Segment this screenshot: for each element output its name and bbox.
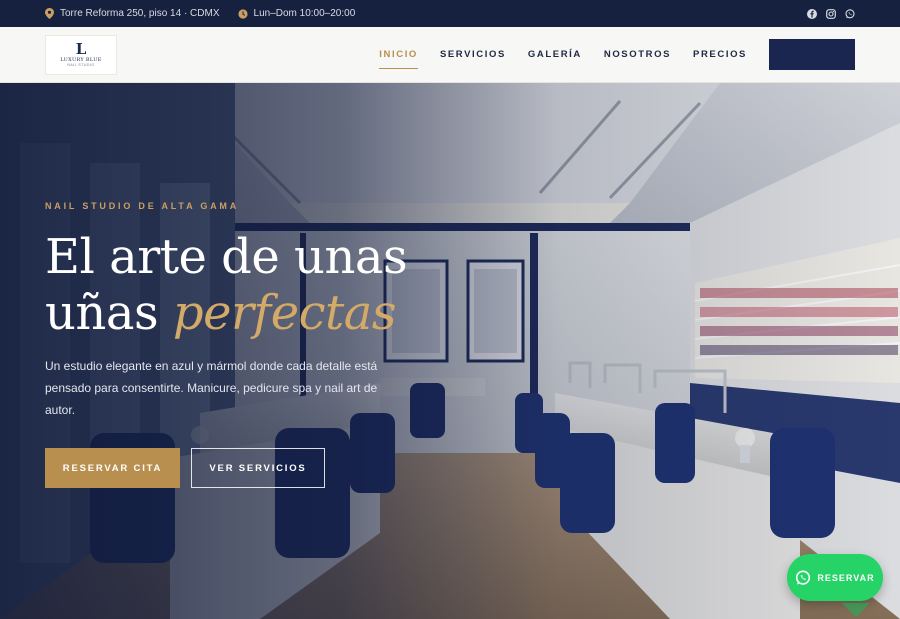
hero-content: NAIL STUDIO DE ALTA GAMA El arte de unas…: [45, 201, 445, 488]
site-header: L LUXURY BLUE NAIL STUDIO INICIO SERVICI…: [0, 27, 900, 83]
logo-subtitle: NAIL STUDIO: [67, 63, 95, 67]
headline-line-1: El arte de unas: [45, 229, 408, 285]
social-links: [807, 8, 855, 19]
nav-item-nosotros[interactable]: NOSOTROS: [604, 45, 671, 64]
facebook-icon[interactable]: [807, 8, 817, 19]
reservar-cita-button[interactable]: RESERVAR CITA: [45, 448, 180, 488]
chevron-down-icon: [842, 603, 870, 617]
nav-item-precios[interactable]: PRECIOS: [693, 45, 747, 64]
whatsapp-icon[interactable]: [845, 8, 855, 19]
hero-description: Un estudio elegante en azul y mármol don…: [45, 359, 378, 417]
top-info-bar: Torre Reforma 250, piso 14 · CDMX Lun–Do…: [0, 0, 900, 27]
hours-info: Lun–Dom 10:00–20:00: [237, 8, 356, 19]
ver-servicios-button[interactable]: VER SERVICIOS: [191, 448, 325, 488]
whatsapp-button-label: RESERVAR: [817, 572, 875, 583]
hero-eyebrow: NAIL STUDIO DE ALTA GAMA: [45, 201, 240, 211]
logo-mark: L: [75, 40, 87, 58]
scroll-down-indicator[interactable]: [842, 603, 870, 617]
hours-text: Lun–Dom 10:00–20:00: [253, 8, 356, 19]
address-text: Torre Reforma 250, piso 14 · CDMX: [60, 8, 220, 19]
hero-headline: El arte de unas uñas perfectas: [45, 229, 445, 341]
instagram-icon[interactable]: [826, 8, 836, 19]
main-navigation: INICIO SERVICIOS GALERÍA NOSOTROS PRECIO…: [357, 39, 855, 70]
nav-item-galeria[interactable]: GALERÍA: [528, 45, 582, 64]
hero-section: NAIL STUDIO DE ALTA GAMA El arte de unas…: [0, 83, 900, 619]
nav-item-servicios[interactable]: SERVICIOS: [440, 45, 506, 64]
headline-line-2-plain: uñas: [45, 285, 159, 341]
clock-icon: [237, 8, 248, 19]
hero-buttons: RESERVAR CITA VER SERVICIOS: [45, 448, 445, 488]
whatsapp-reservar-button[interactable]: RESERVAR: [787, 554, 883, 601]
address-info: Torre Reforma 250, piso 14 · CDMX: [45, 8, 220, 19]
brand-logo[interactable]: L LUXURY BLUE NAIL STUDIO: [45, 34, 117, 75]
location-pin-icon: [45, 8, 54, 19]
headline-line-2-accent: perfectas: [172, 285, 397, 341]
nav-item-inicio[interactable]: INICIO: [379, 45, 418, 69]
whatsapp-icon: [796, 569, 811, 585]
reservar-header-button[interactable]: RESERVAR: [769, 39, 855, 70]
